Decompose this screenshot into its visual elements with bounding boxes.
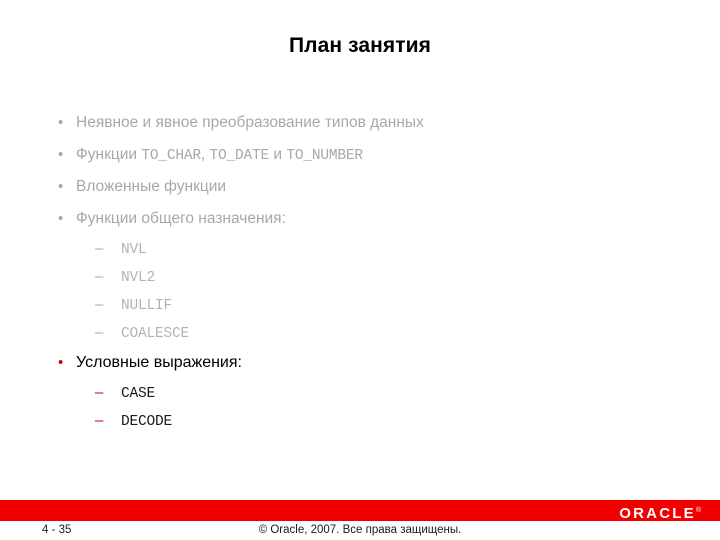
copyright-notice: © Oracle, 2007. Все права защищены. (258, 524, 462, 536)
bullet-text: Функции общего назначения: (76, 209, 678, 228)
bullet-text: COALESCE (121, 325, 678, 344)
text-run: , (200, 146, 210, 163)
text-run: Неявное и явное преобразование типов дан… (76, 114, 424, 131)
code-token: NULLIF (121, 298, 173, 314)
bullet-text: Условные выражения: (76, 353, 678, 372)
bullet-dot-icon: • (58, 210, 64, 227)
bullet-item: • Вложенные функции (58, 177, 678, 203)
bullet-dash-icon: – (95, 268, 104, 285)
bullet-text: NULLIF (121, 297, 678, 316)
bullet-dash-icon: – (95, 384, 104, 401)
registered-trademark-icon: ® (695, 507, 701, 514)
sub-bullet-item: – NVL2 (58, 269, 678, 294)
code-token: CASE (121, 386, 156, 402)
outline-list: • Неявное и явное преобразование типов да… (58, 113, 678, 441)
bullet-dot-icon: • (58, 178, 64, 195)
text-run: Функции (76, 146, 142, 163)
sub-bullet-item: – COALESCE (58, 325, 678, 350)
bullet-text: CASE (121, 385, 678, 404)
page-title: План занятия (288, 34, 432, 57)
code-token: NVL2 (121, 270, 156, 286)
oracle-logo: ORACLE® (619, 503, 701, 521)
bullet-text: Вложенные функции (76, 177, 678, 196)
code-token: TO_CHAR (141, 148, 201, 164)
bullet-dash-icon: – (95, 412, 104, 429)
text-run: Вложенные функции (76, 178, 227, 195)
code-token: DECODE (121, 414, 173, 430)
bullet-text: DECODE (121, 413, 678, 432)
bullet-text: NVL (121, 241, 678, 260)
code-token: NVL (121, 242, 147, 258)
bullet-dash-icon: – (95, 324, 104, 341)
bullet-dash-icon: – (95, 296, 104, 313)
bullet-text: Функции TO_CHAR, TO_DATE и TO_NUMBER (76, 145, 678, 166)
bullet-dot-icon: • (58, 146, 64, 163)
text-run: и (269, 146, 287, 163)
sub-bullet-item: – NVL (58, 241, 678, 266)
footer-red-bar: ORACLE® (0, 500, 720, 521)
sub-bullet-item: – DECODE (58, 413, 678, 438)
bullet-item: • Условные выражения: (58, 353, 678, 379)
bullet-item: • Неявное и явное преобразование типов да… (58, 113, 678, 139)
sub-bullet-item: – CASE (58, 385, 678, 410)
code-token: TO_NUMBER (286, 148, 363, 164)
bullet-text: NVL2 (121, 269, 678, 288)
text-run: Функции общего назначения: (76, 210, 286, 227)
bullet-dot-icon: • (58, 114, 64, 131)
slide-canvas: План занятия • Неявное и явное преобразов… (0, 0, 720, 540)
code-token: COALESCE (121, 326, 190, 342)
bullet-item: • Функции TO_CHAR, TO_DATE и TO_NUMBER (58, 145, 678, 171)
bullet-item: • Функции общего назначения: (58, 209, 678, 235)
code-token: TO_DATE (209, 148, 270, 164)
bullet-dash-icon: – (95, 240, 104, 257)
bullet-text: Неявное и явное преобразование типов дан… (76, 113, 678, 132)
sub-bullet-item: – NULLIF (58, 297, 678, 322)
text-run: Условные выражения: (76, 354, 242, 371)
bullet-dot-icon: • (58, 354, 64, 371)
oracle-logo-text: ORACLE (619, 505, 696, 522)
